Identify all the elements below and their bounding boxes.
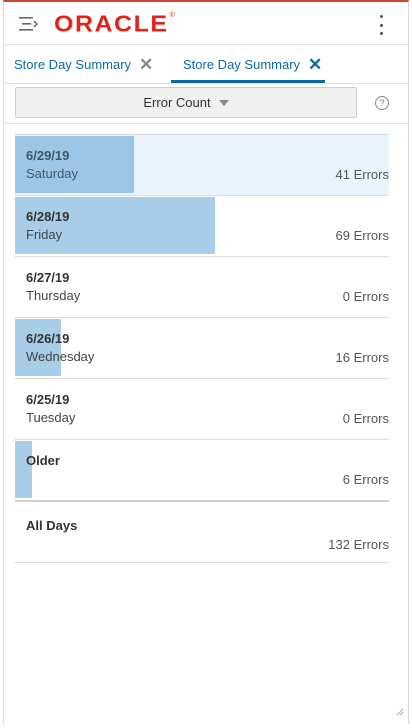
divider [4, 123, 408, 124]
row-error-count: 16 Errors [335, 350, 389, 365]
logo-text: ORACLE [54, 10, 169, 37]
all-days-row[interactable]: All Days 132 Errors [15, 502, 389, 563]
store-day-list: 6/29/19 Saturday 41 Errors 6/28/19 Friday 69 … [15, 134, 389, 563]
day-row[interactable]: 6/27/19 Thursday 0 Errors [15, 257, 389, 318]
help-icon[interactable]: ? [375, 96, 389, 110]
row-date: 6/29/19 [26, 148, 70, 163]
tab-label: Store Day Summary [183, 56, 301, 72]
all-days-label: All Days [26, 518, 78, 533]
tab-label: Store Day Summary [14, 56, 132, 72]
row-error-count: 41 Errors [335, 167, 389, 182]
day-row[interactable]: 6/26/19 Wednesday 16 Errors [15, 318, 389, 379]
close-icon[interactable]: ✕ [139, 56, 153, 73]
row-weekday: Tuesday [26, 410, 76, 425]
caret-down-icon [218, 99, 229, 106]
hamburger-menu-icon[interactable] [19, 15, 39, 33]
row-weekday: Friday [26, 227, 63, 242]
day-row[interactable]: 6/29/19 Saturday 41 Errors [15, 135, 389, 196]
row-error-count: 0 Errors [342, 411, 389, 426]
close-icon[interactable]: ✕ [308, 56, 322, 73]
row-date: Older [26, 453, 60, 468]
row-date: 6/26/19 [26, 331, 70, 346]
row-weekday: Wednesday [26, 349, 95, 364]
row-weekday: Saturday [26, 166, 79, 181]
row-error-count: 0 Errors [342, 289, 389, 304]
error-bar [15, 441, 32, 498]
error-count-dropdown[interactable]: Error Count [15, 87, 357, 118]
oracle-logo: ORACLE ® [54, 8, 175, 40]
active-tab-indicator [171, 80, 325, 83]
all-days-count: 132 Errors [328, 537, 389, 552]
row-date: 6/27/19 [26, 270, 70, 285]
dropdown-label: Error Count [143, 95, 211, 110]
app-panel: ORACLE ® Store Day Summary ✕ Store Day S… [3, 0, 409, 724]
row-date: 6/25/19 [26, 392, 70, 407]
day-row[interactable]: 6/25/19 Tuesday 0 Errors [15, 379, 389, 440]
logo-registered-mark: ® [169, 11, 175, 19]
resize-handle-icon[interactable] [396, 708, 404, 716]
row-error-count: 69 Errors [335, 228, 389, 243]
error-bar [15, 136, 134, 193]
app-header: ORACLE ® [4, 2, 408, 44]
tab-store-day-summary-2[interactable]: Store Day Summary ✕ [183, 45, 322, 83]
tab-bar: Store Day Summary ✕ Store Day Summary ✕ [4, 44, 408, 84]
error-bar [15, 197, 215, 254]
day-row[interactable]: Older 6 Errors [15, 440, 389, 502]
tab-store-day-summary-1[interactable]: Store Day Summary ✕ [14, 45, 153, 83]
row-date: 6/28/19 [26, 209, 70, 224]
kebab-menu-icon[interactable] [373, 15, 389, 35]
day-row[interactable]: 6/28/19 Friday 69 Errors [15, 196, 389, 257]
error-bar [15, 319, 61, 376]
row-weekday: Thursday [26, 288, 81, 303]
row-error-count: 6 Errors [342, 472, 389, 487]
